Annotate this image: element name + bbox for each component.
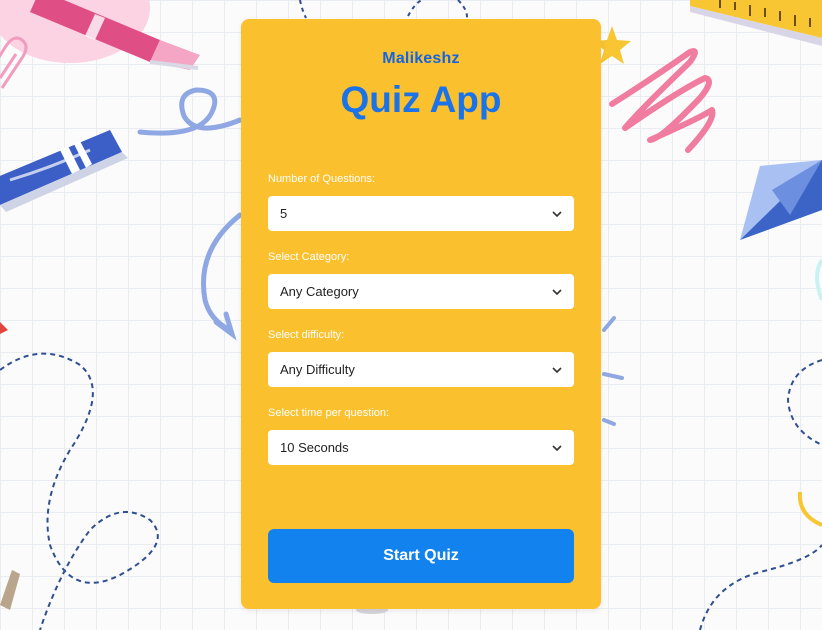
num-questions-value: 5 [280, 206, 288, 221]
arrow-doodle [200, 212, 243, 333]
time-label: Select time per question: [268, 407, 390, 419]
crayon-icon [0, 570, 20, 610]
chevron-down-icon [552, 366, 562, 373]
time-value: 10 Seconds [280, 440, 349, 455]
start-quiz-button[interactable]: Start Quiz [268, 529, 574, 583]
category-select[interactable]: Any Category [268, 274, 574, 309]
category-value: Any Category [280, 284, 359, 299]
chevron-down-icon [552, 444, 562, 451]
red-triangle [0, 322, 8, 334]
scribble-icon [609, 48, 716, 153]
difficulty-label: Select difficulty: [268, 329, 345, 341]
chevron-down-icon [552, 288, 562, 295]
quiz-setup-card: Malikeshz Quiz App Number of Questions: … [241, 19, 601, 609]
difficulty-select[interactable]: Any Difficulty [268, 352, 574, 387]
page-title: Quiz App [340, 79, 502, 120]
category-label: Select Category: [268, 251, 350, 263]
num-questions-label: Number of Questions: [268, 173, 375, 185]
dashed-path [0, 352, 159, 630]
chevron-down-icon [552, 210, 562, 217]
num-questions-select[interactable]: 5 [268, 196, 574, 231]
scribble-icon [137, 87, 243, 136]
crayon-icon [0, 130, 128, 212]
difficulty-value: Any Difficulty [280, 362, 355, 377]
author-name: Malikeshz [382, 50, 460, 67]
time-select[interactable]: 10 Seconds [268, 430, 574, 465]
ruler-icon [690, 0, 822, 46]
paper-plane-icon [740, 160, 822, 240]
